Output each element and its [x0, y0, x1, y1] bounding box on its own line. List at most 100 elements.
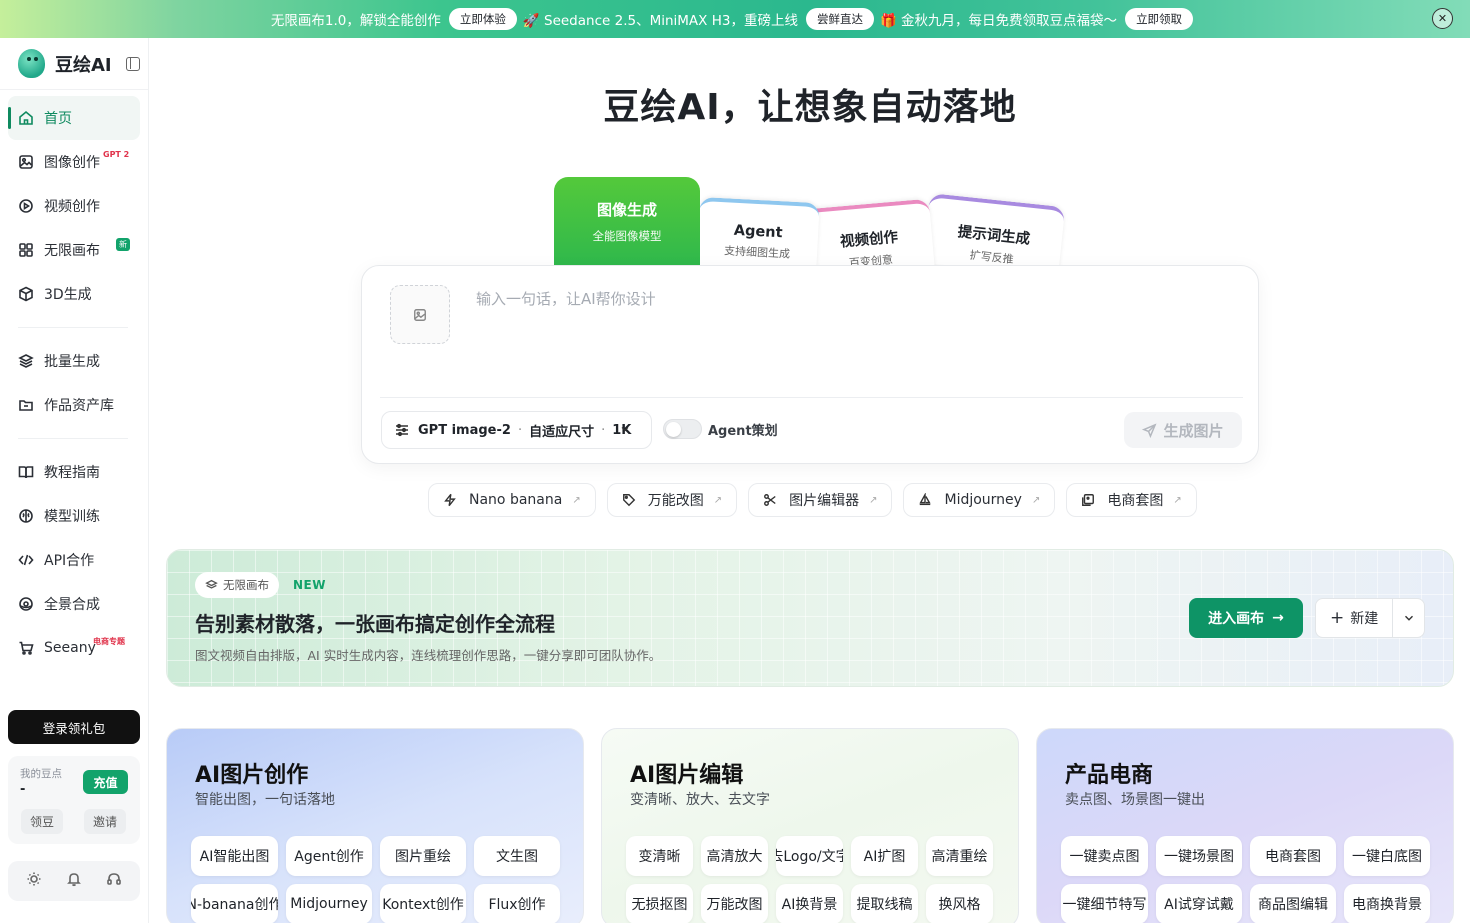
new-tag: NEW — [293, 578, 326, 592]
invite-button[interactable]: 邀请 — [84, 809, 126, 834]
sidebar-item-label: 模型训练 — [44, 509, 100, 525]
sidebar-item-batch[interactable]: 批量生成 — [8, 339, 140, 383]
feature-chip[interactable]: 图片重绘 — [380, 836, 466, 876]
book-icon — [18, 464, 34, 480]
sidebar-item-model-training[interactable]: 模型训练 — [8, 494, 140, 538]
login-gift-button[interactable]: 登录领礼包 — [8, 710, 140, 744]
notification-bell-icon[interactable] — [66, 871, 82, 891]
new-badge: 新 — [116, 238, 130, 251]
feature-chip[interactable]: 一键细节特写 — [1061, 884, 1148, 923]
feature-chip[interactable]: 商品图编辑 — [1250, 884, 1336, 923]
composer-divider — [380, 397, 1243, 398]
prompt-input[interactable] — [476, 290, 1216, 308]
feature-chip-row: AI智能出图 Agent创作 图片重绘 文生图 — [191, 836, 568, 876]
feature-chip-row: 一键卖点图 一键场景图 电商套图 一键白底图 — [1061, 836, 1438, 876]
feature-chip[interactable]: 一键场景图 — [1156, 836, 1242, 876]
utility-icon-bar — [8, 861, 140, 901]
enter-canvas-label: 进入画布 — [1208, 611, 1265, 627]
quick-tools-row: Nano banana ↗ 万能改图 ↗ 图片编辑器 ↗ Midjourney ↗ 电商… — [428, 483, 1208, 517]
upload-image-button[interactable] — [390, 285, 450, 344]
close-icon[interactable]: ✕ — [1432, 8, 1453, 29]
feature-chip[interactable]: 换风格 — [926, 884, 993, 923]
feature-chip[interactable]: 变清晰 — [626, 836, 693, 876]
layers-icon — [205, 579, 218, 589]
arrow-right-icon: → — [1272, 610, 1284, 626]
feature-chip[interactable]: Agent创作 — [286, 836, 372, 876]
logo-row: 豆绘AI — [0, 38, 148, 90]
feature-chip[interactable]: 万能改图 — [701, 884, 768, 923]
feature-chip[interactable]: 高清放大 — [701, 836, 768, 876]
sidebar-collapse-icon[interactable] — [125, 56, 140, 71]
feature-chip[interactable]: AI扩图 — [851, 836, 918, 876]
feature-chip[interactable]: Flux创作 — [474, 884, 560, 923]
feature-chip[interactable]: 电商套图 — [1250, 836, 1336, 876]
quick-tool-image-editor[interactable]: 图片编辑器 ↗ — [748, 483, 893, 517]
sidebar-divider — [18, 438, 128, 439]
tab-agent[interactable]: Agent 支持细图生成 — [696, 196, 820, 274]
feature-chip[interactable]: 去Logo/文字 — [776, 836, 843, 876]
folder-icon — [18, 397, 34, 413]
sidebar-item-video-creation[interactable]: 视频创作 — [8, 184, 140, 228]
promo-try-button[interactable]: 立即体验 — [448, 8, 517, 30]
sidebar-item-infinite-canvas[interactable]: 无限画布 新 — [8, 228, 140, 272]
feature-chip[interactable]: Kontext创作 — [380, 884, 466, 923]
feature-card-ecommerce: 产品电商 卖点图、场景图一键出 一键卖点图 一键场景图 电商套图 一键白底图 一… — [1036, 728, 1454, 923]
quick-tool-label: 电商套图 — [1107, 493, 1164, 509]
feature-chip[interactable]: N-banana创作 — [191, 884, 278, 923]
logo-text: 豆绘AI — [55, 54, 112, 76]
points-label: 我的豆点 — [20, 768, 62, 780]
size-option: 自适应尺寸 — [529, 424, 595, 440]
sidebar-item-home[interactable]: 首页 — [8, 96, 140, 140]
recharge-button[interactable]: 充值 — [83, 770, 128, 794]
quick-tool-nano-banana[interactable]: Nano banana ↗ — [428, 483, 596, 517]
image-icon — [18, 154, 34, 170]
feature-chip-row: 一键细节特写 AI试穿试戴 商品图编辑 电商换背景 — [1061, 884, 1438, 923]
feature-chip[interactable]: 文生图 — [474, 836, 560, 876]
quick-tool-ecommerce-set[interactable]: 电商套图 ↗ — [1066, 483, 1197, 517]
quick-tool-universal-edit[interactable]: 万能改图 ↗ — [606, 483, 738, 517]
sidebar-item-3d[interactable]: 3D生成 — [8, 272, 140, 316]
panorama-icon — [18, 596, 34, 612]
generate-image-button[interactable]: 生成图片 — [1124, 412, 1242, 448]
feature-chip[interactable]: 高清重绘 — [926, 836, 993, 876]
ecommerce-badge: 电商专题 — [93, 637, 125, 646]
sidebar-item-image-creation[interactable]: 图像创作 GPT 2 — [8, 140, 140, 184]
sidebar-item-panorama[interactable]: 全景合成 — [8, 582, 140, 626]
sidebar-item-label: 视频创作 — [44, 199, 100, 215]
sidebar-item-tutorials[interactable]: 教程指南 — [8, 450, 140, 494]
new-canvas-button[interactable]: + 新建 — [1315, 598, 1425, 638]
quick-tool-label: Midjourney — [944, 492, 1022, 508]
code-icon — [18, 552, 34, 568]
feature-chip[interactable]: 提取线稿 — [851, 884, 918, 923]
promo-seedance-button[interactable]: 尝鲜直达 — [805, 8, 874, 30]
sidebar-item-label: 图像创作 — [44, 155, 100, 171]
enter-canvas-button[interactable]: 进入画布 → — [1189, 598, 1303, 638]
feature-chip[interactable]: 一键卖点图 — [1061, 836, 1148, 876]
promo-segment-canvas: 无限画布1.0，解锁全能创作 立即体验 — [271, 8, 523, 30]
promo-text-canvas: 无限画布1.0，解锁全能创作 — [270, 13, 441, 29]
sidebar-item-seeany[interactable]: Seeany 电商专题 — [8, 626, 140, 670]
quick-tool-midjourney[interactable]: Midjourney ↗ — [903, 483, 1056, 517]
feature-chip[interactable]: 一键白底图 — [1344, 836, 1430, 876]
feature-chip[interactable]: 无损抠图 — [626, 884, 693, 923]
feature-chip[interactable]: AI换背景 — [776, 884, 843, 923]
sidebar-item-assets[interactable]: 作品资产库 — [8, 383, 140, 427]
promo-claim-button[interactable]: 立即领取 — [1125, 8, 1194, 30]
sidebar-item-api[interactable]: API合作 — [8, 538, 140, 582]
theme-sun-icon[interactable] — [26, 871, 42, 891]
feature-chip[interactable]: AI试穿试戴 — [1156, 884, 1242, 923]
quick-tool-label: Nano banana — [469, 492, 563, 508]
collect-points-button[interactable]: 领豆 — [21, 809, 63, 834]
arrow-up-right-icon: ↗ — [572, 494, 581, 506]
tab-subtitle: 全能图像模型 — [592, 229, 662, 243]
agent-planning-toggle[interactable] — [663, 419, 702, 439]
tab-image-generation[interactable]: 图像生成 全能图像模型 — [554, 177, 700, 267]
plus-icon: + — [1330, 608, 1345, 628]
feature-chip[interactable]: Midjourney — [286, 884, 372, 923]
model-selector[interactable]: GPT image-2 · 自适应尺寸 · 1K — [381, 411, 652, 449]
feature-chip[interactable]: AI智能出图 — [191, 836, 278, 876]
feature-chip-row: 变清晰 高清放大 去Logo/文字 AI扩图 高清重绘 — [626, 836, 1001, 876]
feature-chip[interactable]: 电商换背景 — [1344, 884, 1430, 923]
support-headset-icon[interactable] — [106, 871, 122, 891]
promo-text-seedance: 🚀 Seedance 2.5、MiniMAX H3，重磅上线 — [522, 13, 798, 29]
